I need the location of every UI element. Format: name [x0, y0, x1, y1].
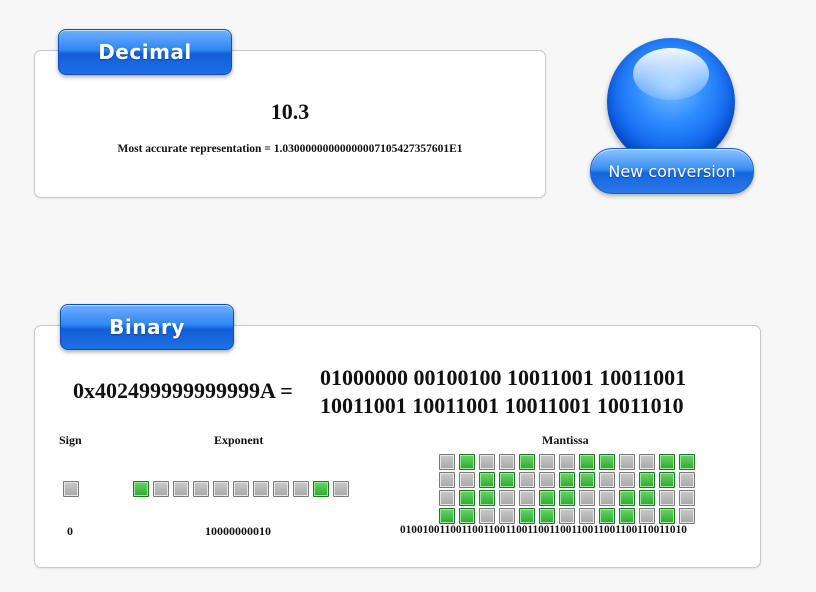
binary-tab: Binary	[60, 304, 234, 350]
mantissa-value: 0100100110011001100110011001100110011001…	[400, 524, 687, 536]
equals-sign: =	[280, 378, 293, 403]
bit-cell	[599, 508, 615, 524]
bit-cell	[333, 481, 349, 497]
sign-label: Sign	[59, 433, 82, 447]
bit-cell	[63, 481, 79, 497]
bit-cell	[659, 472, 675, 488]
new-conversion-orb-icon[interactable]	[607, 38, 735, 166]
bit-cell	[479, 508, 495, 524]
bit-cell	[639, 490, 655, 506]
bit-cell	[559, 454, 575, 470]
bit-cell	[499, 490, 515, 506]
bit-cell	[599, 472, 615, 488]
bit-cell	[679, 454, 695, 470]
bit-cell	[659, 454, 675, 470]
bit-cell	[313, 481, 329, 497]
bit-cell	[133, 481, 149, 497]
bit-cell	[213, 481, 229, 497]
bit-cell	[599, 454, 615, 470]
bit-cell	[639, 508, 655, 524]
bit-cell	[519, 472, 535, 488]
bit-cell	[579, 454, 595, 470]
bit-cell	[293, 481, 309, 497]
bit-cell	[539, 508, 555, 524]
bit-cell	[519, 490, 535, 506]
hex-text: 0x402499999999999A	[73, 378, 275, 403]
bit-cell	[519, 454, 535, 470]
bit-cell	[579, 472, 595, 488]
bit-cell	[499, 454, 515, 470]
exponent-label: Exponent	[214, 433, 264, 447]
bit-cell	[273, 481, 289, 497]
bit-cell	[679, 490, 695, 506]
new-conversion-label: New conversion	[608, 161, 736, 181]
bit-cell	[539, 454, 555, 470]
binary-bits-line-2: 10011001 10011001 10011001 10011010	[320, 393, 684, 418]
bit-cell	[679, 472, 695, 488]
bit-cell	[459, 508, 475, 524]
bit-cell	[439, 490, 455, 506]
bit-cell	[479, 490, 495, 506]
bit-cell	[559, 490, 575, 506]
bit-cell	[539, 472, 555, 488]
bit-cell	[439, 472, 455, 488]
bit-cell	[459, 472, 475, 488]
bit-cell	[679, 508, 695, 524]
bit-cell	[559, 508, 575, 524]
bit-cell	[559, 472, 575, 488]
bit-cell	[639, 454, 655, 470]
bit-cell	[253, 481, 269, 497]
decimal-representation: Most accurate representation = 1.0300000…	[117, 143, 463, 155]
bit-cell	[539, 490, 555, 506]
bit-cell	[579, 490, 595, 506]
binary-tab-label: Binary	[109, 315, 185, 339]
bit-cell	[193, 481, 209, 497]
bit-cell	[479, 454, 495, 470]
bit-cell	[579, 508, 595, 524]
bit-cell	[233, 481, 249, 497]
bit-cell	[619, 472, 635, 488]
bit-cell	[459, 454, 475, 470]
bit-cell	[619, 490, 635, 506]
bit-cell	[479, 472, 495, 488]
decimal-value: 10.3	[270, 99, 310, 124]
bit-cell	[619, 454, 635, 470]
mantissa-label: Mantissa	[542, 433, 589, 447]
bit-cell	[459, 490, 475, 506]
bit-cell	[519, 508, 535, 524]
bit-cell	[659, 508, 675, 524]
exponent-value: 10000000010	[205, 524, 271, 538]
bit-cell	[659, 490, 675, 506]
bit-cell	[439, 508, 455, 524]
decimal-tab: Decimal	[58, 29, 232, 75]
bit-cell	[439, 454, 455, 470]
bit-cell	[499, 472, 515, 488]
bit-cell	[173, 481, 189, 497]
bit-cell	[153, 481, 169, 497]
hex-value: 0x402499999999999A =	[73, 378, 293, 404]
bit-cell	[639, 472, 655, 488]
binary-bits-line-1: 01000000 00100100 10011001 10011001	[320, 365, 687, 390]
orb-gloss	[633, 48, 709, 100]
sign-value: 0	[67, 524, 73, 538]
bit-cell	[599, 490, 615, 506]
bit-cell	[499, 508, 515, 524]
bit-cell	[619, 508, 635, 524]
decimal-tab-label: Decimal	[98, 40, 192, 64]
new-conversion-button[interactable]: New conversion	[590, 148, 754, 194]
